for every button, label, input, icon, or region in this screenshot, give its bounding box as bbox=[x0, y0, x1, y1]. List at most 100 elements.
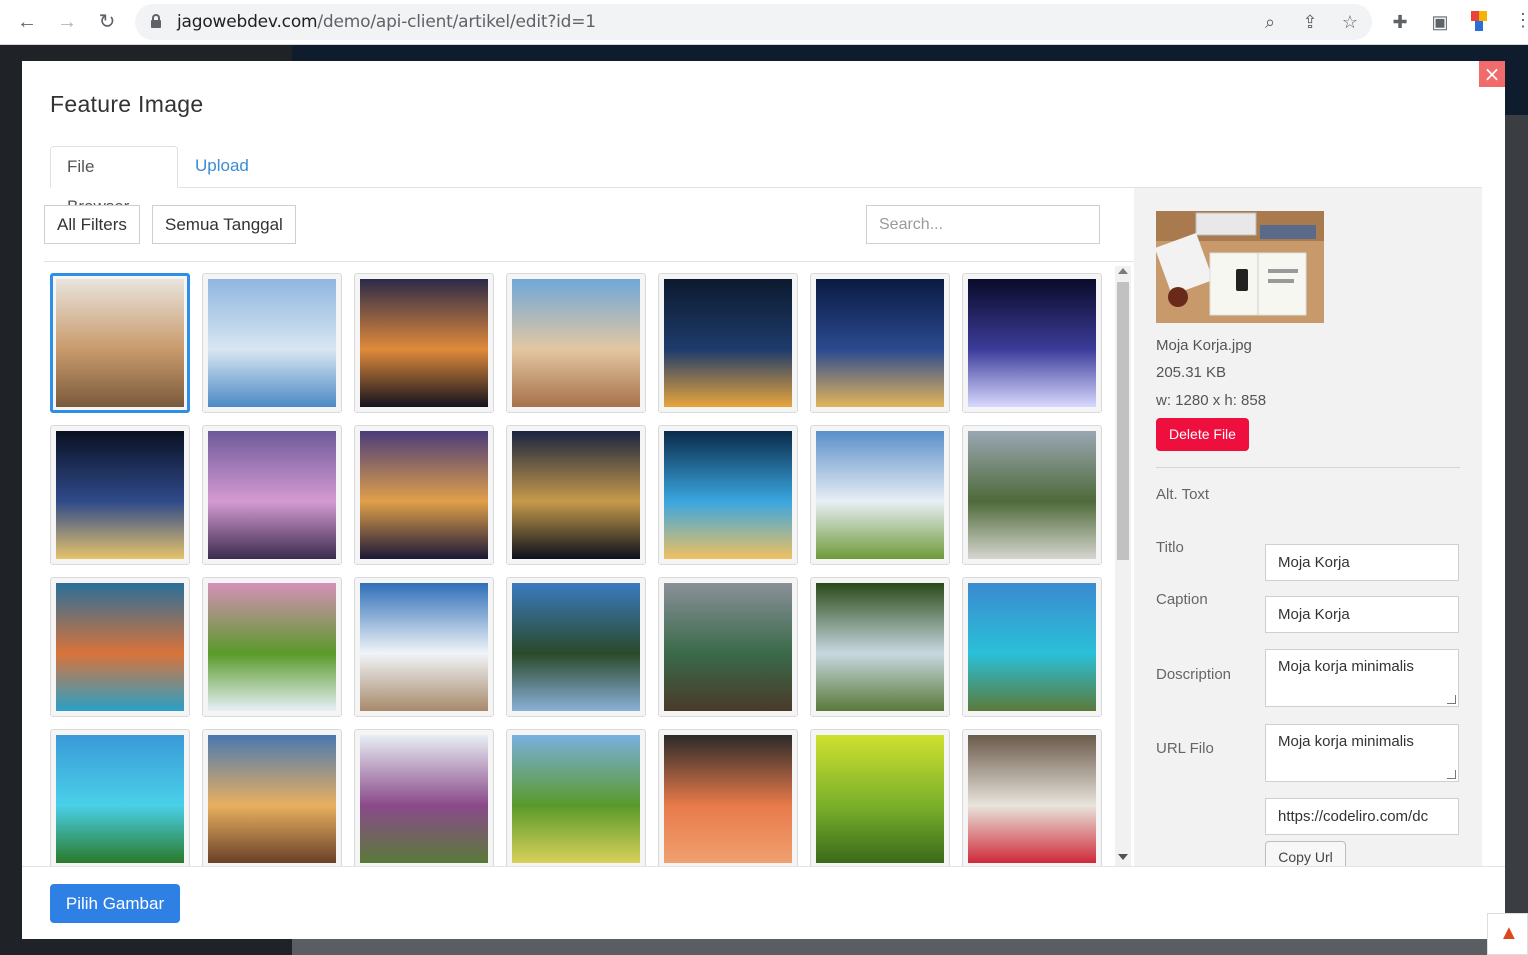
caption-value: Moja korja minimalis bbox=[1278, 658, 1414, 675]
image-thumbnail-fruit-salad-bowls[interactable] bbox=[962, 729, 1102, 866]
all-filters-button[interactable]: All Filters bbox=[44, 205, 140, 244]
flame-icon: ▲ bbox=[1499, 922, 1519, 944]
image-thumbnail-light-trails-city[interactable] bbox=[658, 425, 798, 565]
image-thumbnail-tower-bridge-sunset[interactable] bbox=[354, 273, 494, 413]
feature-image-modal: Feature Image File Browser Upload All Fi… bbox=[22, 61, 1505, 939]
thumbnail-image bbox=[664, 583, 792, 711]
browser-toolbar: ← → ↻ jagowebdev.com/demo/api-client/art… bbox=[0, 0, 1528, 45]
image-thumbnail-snowy-peak-meadow[interactable] bbox=[354, 729, 494, 866]
resize-handle-icon[interactable] bbox=[1447, 695, 1456, 704]
image-thumbnail-lake-village[interactable] bbox=[506, 577, 646, 717]
thumbnail-image bbox=[208, 431, 336, 559]
thumbnail-image bbox=[512, 735, 640, 863]
zoom-icon[interactable]: ⌕ bbox=[1259, 11, 1281, 33]
title-input[interactable]: Moja Korja bbox=[1265, 596, 1459, 633]
url-text[interactable]: jagowebdev.com/demo/api-client/artikel/e… bbox=[177, 12, 596, 32]
flame-badge-icon[interactable]: ▲ bbox=[1487, 913, 1528, 955]
url-host: jagowebdev.com bbox=[177, 12, 318, 32]
image-grid bbox=[50, 273, 1110, 866]
modal-tabs: File Browser Upload bbox=[50, 146, 1482, 216]
side-panel-icon[interactable]: ▣ bbox=[1428, 10, 1452, 34]
close-icon[interactable]: × bbox=[1479, 61, 1505, 87]
scroll-thumb[interactable] bbox=[1117, 282, 1129, 560]
description-value: Moja korja minimalis bbox=[1278, 733, 1414, 750]
resize-handle-icon[interactable] bbox=[1447, 770, 1456, 779]
select-image-button[interactable]: Pilih Gambar bbox=[50, 884, 180, 923]
title-label: Titlo bbox=[1156, 539, 1184, 556]
thumbnail-image bbox=[664, 735, 792, 863]
grid-scrollbar[interactable] bbox=[1115, 266, 1131, 866]
image-thumbnail-hillside-village[interactable] bbox=[506, 273, 646, 413]
delete-file-button[interactable]: Delete File bbox=[1156, 418, 1249, 451]
thumbnail-image bbox=[208, 583, 336, 711]
reload-icon[interactable]: ↻ bbox=[95, 10, 119, 34]
extensions-icon[interactable]: ✚ bbox=[1388, 10, 1412, 34]
date-filter-button[interactable]: Semua Tanggal bbox=[152, 205, 296, 244]
modal-title: Feature Image bbox=[50, 91, 204, 117]
image-thumbnail-tropical-bungalows[interactable] bbox=[962, 577, 1102, 717]
workspace-desk-preview-image bbox=[1154, 211, 1324, 323]
thumbnail-image bbox=[664, 279, 792, 407]
image-thumbnail-venice-canal-dusk[interactable] bbox=[202, 425, 342, 565]
image-thumbnail-green-meadow[interactable] bbox=[506, 729, 646, 866]
scroll-up-arrow[interactable] bbox=[1118, 268, 1128, 274]
file-dimensions: w: 1280 x h: 858 bbox=[1156, 392, 1267, 409]
image-thumbnail-wooden-pier-sunset[interactable] bbox=[202, 729, 342, 866]
thumbnail-image bbox=[360, 735, 488, 863]
thumbnail-image bbox=[816, 735, 944, 863]
image-thumbnail-canal-houses-night[interactable] bbox=[810, 273, 950, 413]
caption-label: Caption bbox=[1156, 591, 1208, 608]
url-file-input[interactable]: https://codeliro.com/dc bbox=[1265, 798, 1459, 835]
search-input[interactable]: Search... bbox=[866, 205, 1100, 244]
image-thumbnail-guava-fruits[interactable] bbox=[810, 729, 950, 866]
image-thumbnail-ferris-wheel-night[interactable] bbox=[962, 273, 1102, 413]
image-thumbnail-city-skyline-night[interactable] bbox=[658, 273, 798, 413]
image-thumbnail-papaya-slices[interactable] bbox=[658, 729, 798, 866]
back-icon[interactable]: ← bbox=[15, 10, 39, 34]
image-thumbnail-forest-stream[interactable] bbox=[810, 577, 950, 717]
bookmark-star-icon[interactable]: ☆ bbox=[1339, 11, 1361, 33]
forward-icon[interactable]: → bbox=[55, 10, 79, 34]
thumbnail-image bbox=[968, 583, 1096, 711]
image-thumbnail-mountain-lake-reflection[interactable] bbox=[50, 577, 190, 717]
image-thumbnail-alpine-village[interactable] bbox=[810, 425, 950, 565]
description-textarea[interactable]: Moja korja minimalis bbox=[1265, 724, 1459, 782]
image-thumbnail-tropical-island[interactable] bbox=[50, 729, 190, 866]
image-thumbnail-mountain-river[interactable] bbox=[962, 425, 1102, 565]
thumbnail-image bbox=[360, 583, 488, 711]
divider bbox=[44, 261, 1134, 262]
image-thumbnail-castle-city-night[interactable] bbox=[354, 425, 494, 565]
file-size: 205.31 KB bbox=[1156, 364, 1227, 381]
image-thumbnail-dolomites-lake[interactable] bbox=[658, 577, 798, 717]
thumbnail-image bbox=[56, 583, 184, 711]
image-thumbnail-futuristic-architecture[interactable] bbox=[202, 273, 342, 413]
file-name: Moja Korja.jpg bbox=[1156, 337, 1252, 354]
thumbnail-image bbox=[816, 279, 944, 407]
extension-logo-icon[interactable] bbox=[1471, 11, 1491, 33]
address-bar[interactable]: jagowebdev.com/demo/api-client/artikel/e… bbox=[135, 4, 1372, 40]
thumbnail-image bbox=[816, 431, 944, 559]
selected-image-preview bbox=[1154, 211, 1324, 323]
menu-icon[interactable]: ⋮ bbox=[1514, 10, 1528, 31]
description-label: Doscription bbox=[1156, 666, 1232, 683]
thumbnail-image bbox=[512, 431, 640, 559]
alt-text-input[interactable]: Moja Korja bbox=[1265, 544, 1459, 581]
image-thumbnail-snowy-mountains[interactable] bbox=[354, 577, 494, 717]
caption-textarea[interactable]: Moja korja minimalis bbox=[1265, 649, 1459, 707]
image-thumbnail-workspace-desk[interactable] bbox=[50, 273, 190, 413]
modal-footer: Pilih Gambar bbox=[22, 866, 1505, 939]
scroll-down-arrow[interactable] bbox=[1118, 854, 1128, 860]
alt-text-label: Alt. Toxt bbox=[1156, 486, 1210, 503]
tab-upload[interactable]: Upload bbox=[179, 146, 265, 188]
thumbnail-image bbox=[56, 279, 184, 407]
tab-file-browser[interactable]: File Browser bbox=[50, 146, 178, 216]
backdrop-footer bbox=[292, 938, 1528, 955]
image-thumbnail-bridge-interchange-night[interactable] bbox=[50, 425, 190, 565]
image-thumbnail-twin-towers-night[interactable] bbox=[506, 425, 646, 565]
thumbnail-image bbox=[56, 431, 184, 559]
lock-icon[interactable] bbox=[151, 14, 161, 28]
share-icon[interactable]: ⇪ bbox=[1299, 11, 1321, 33]
divider bbox=[1156, 467, 1460, 468]
image-thumbnail-waterfall-cliff[interactable] bbox=[202, 577, 342, 717]
url-path: /demo/api-client/artikel/edit?id=1 bbox=[317, 12, 596, 32]
